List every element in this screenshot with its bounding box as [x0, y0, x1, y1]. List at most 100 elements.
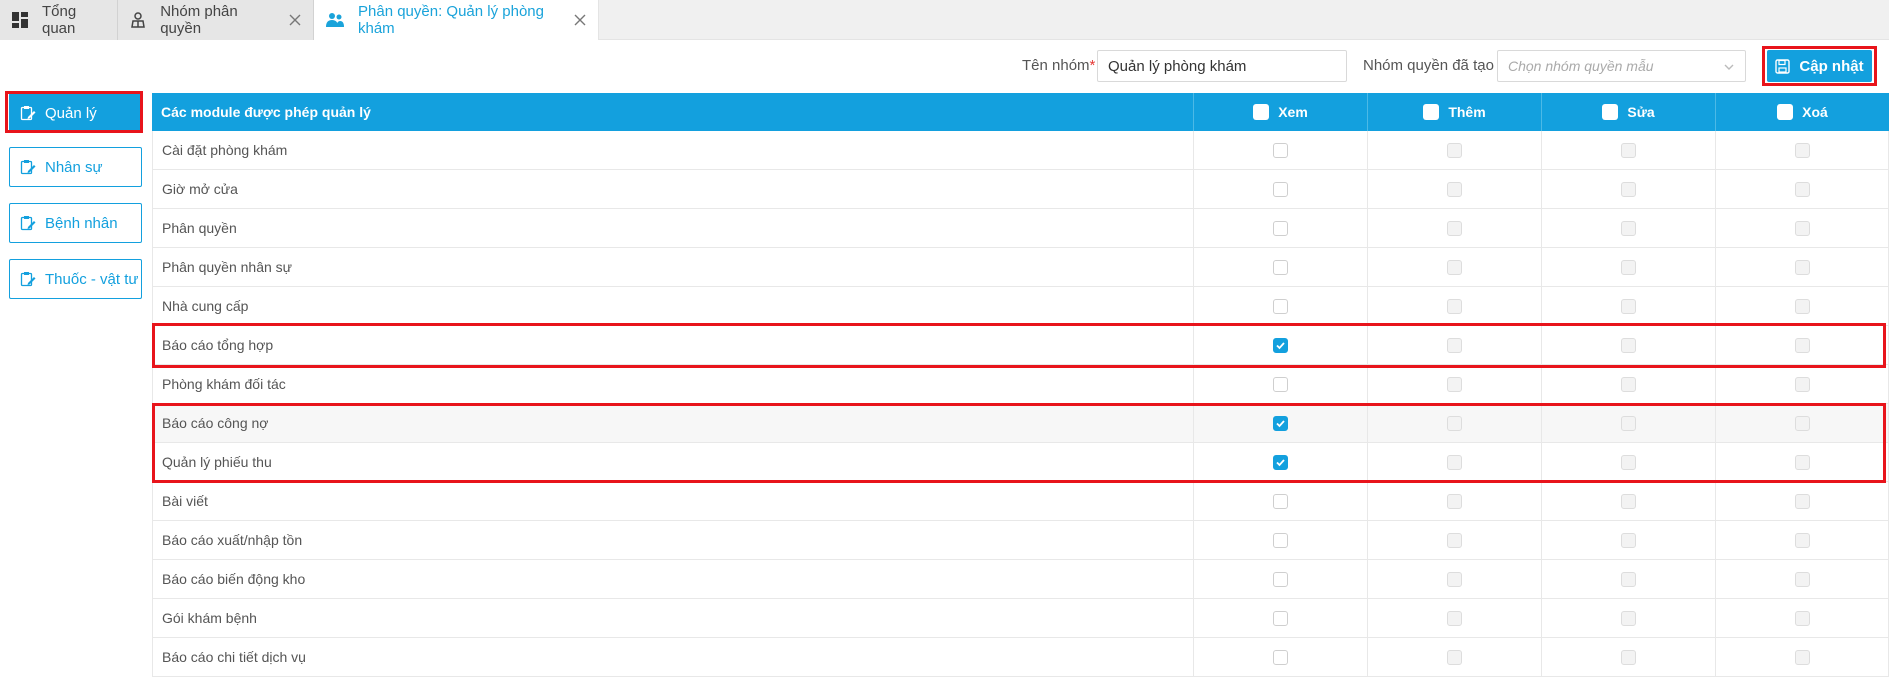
- delete-cell: [1716, 482, 1889, 520]
- edit-cell: [1542, 131, 1716, 169]
- close-icon[interactable]: [288, 13, 301, 27]
- view-cell: [1194, 638, 1368, 676]
- view-checkbox[interactable]: [1273, 376, 1288, 392]
- module-name: Báo cáo công nợ: [152, 404, 1194, 442]
- view-checkbox[interactable]: [1273, 415, 1288, 431]
- sidebar-item-management[interactable]: Quản lý: [9, 93, 142, 133]
- delete-checkbox: [1794, 376, 1810, 392]
- module-name: Báo cáo tổng hợp: [152, 326, 1194, 364]
- delete-checkbox: [1794, 415, 1810, 431]
- sidebar-item-label: Thuốc - vật tư: [45, 270, 139, 288]
- add-checkbox: [1447, 493, 1462, 509]
- delete-checkbox: [1794, 337, 1810, 353]
- view-checkbox[interactable]: [1273, 493, 1288, 509]
- add-checkbox: [1447, 259, 1462, 275]
- edit-checkbox: [1621, 181, 1636, 197]
- view-cell: [1194, 131, 1368, 169]
- edit-checkbox: [1621, 376, 1636, 392]
- tab-label: Nhóm phân quyền: [160, 3, 238, 37]
- edit-checkbox: [1621, 532, 1636, 548]
- add-cell: [1368, 365, 1542, 403]
- module-name: Báo cáo chi tiết dịch vụ: [152, 638, 1194, 676]
- delete-checkbox: [1794, 181, 1810, 197]
- delete-checkbox: [1794, 532, 1810, 548]
- table-row: Gói khám bệnh: [152, 599, 1889, 638]
- user-group-icon: [130, 11, 146, 29]
- users-icon: [326, 11, 344, 29]
- add-checkbox: [1447, 142, 1462, 158]
- delete-checkbox: [1794, 610, 1810, 626]
- edit-checkbox: [1621, 610, 1636, 626]
- view-checkbox[interactable]: [1273, 649, 1288, 665]
- delete-header-label: Xoá: [1802, 104, 1828, 120]
- module-name: Giờ mở cửa: [152, 170, 1194, 208]
- sidebar-item-label: Bệnh nhân: [45, 214, 118, 232]
- add-cell: [1368, 599, 1542, 637]
- tab-permission-groups[interactable]: Nhóm phân quyền: [118, 0, 314, 40]
- delete-cell: [1716, 521, 1889, 559]
- edit-cell: [1542, 170, 1716, 208]
- select-all-view-checkbox[interactable]: [1253, 104, 1270, 120]
- clipboard-edit-icon: [20, 105, 36, 121]
- module-name: Bài viết: [152, 482, 1194, 520]
- tab-overview[interactable]: Tổng quan: [0, 0, 118, 40]
- add-cell: [1368, 248, 1542, 286]
- tab-permission-clinic-manager[interactable]: Phân quyền: Quản lý phòng khám: [314, 0, 599, 40]
- view-cell: [1194, 599, 1368, 637]
- group-name-input[interactable]: Quản lý phòng khám: [1097, 50, 1347, 82]
- delete-cell: [1716, 638, 1889, 676]
- sidebar-item-medicine-supplies[interactable]: Thuốc - vật tư: [9, 259, 142, 299]
- view-checkbox[interactable]: [1273, 532, 1288, 548]
- select-all-add-checkbox[interactable]: [1423, 104, 1440, 120]
- view-cell: [1194, 248, 1368, 286]
- select-all-edit-checkbox[interactable]: [1602, 104, 1619, 120]
- add-cell: [1368, 443, 1542, 481]
- select-all-delete-checkbox[interactable]: [1777, 104, 1794, 120]
- delete-checkbox: [1794, 259, 1810, 275]
- group-name-label: Tên nhóm*: [1022, 57, 1096, 74]
- edit-header-label: Sửa: [1627, 104, 1655, 120]
- edit-checkbox: [1621, 571, 1636, 587]
- view-checkbox[interactable]: [1273, 181, 1288, 197]
- view-cell: [1194, 287, 1368, 325]
- sidebar-item-staff[interactable]: Nhân sự: [9, 147, 142, 187]
- edit-checkbox: [1621, 415, 1636, 431]
- template-label: Nhóm quyền đã tạo :: [1363, 57, 1503, 74]
- view-checkbox[interactable]: [1273, 454, 1288, 470]
- module-name: Quản lý phiếu thu: [152, 443, 1194, 481]
- add-checkbox: [1447, 220, 1462, 236]
- view-checkbox[interactable]: [1273, 220, 1288, 236]
- module-name: Gói khám bệnh: [152, 599, 1194, 637]
- view-checkbox[interactable]: [1273, 337, 1288, 353]
- edit-cell: [1542, 560, 1716, 598]
- view-cell: [1194, 521, 1368, 559]
- delete-cell: [1716, 209, 1889, 247]
- add-cell: [1368, 131, 1542, 169]
- edit-cell: [1542, 443, 1716, 481]
- update-button[interactable]: Cập nhật: [1767, 50, 1872, 82]
- view-checkbox[interactable]: [1273, 610, 1288, 626]
- add-checkbox: [1447, 376, 1462, 392]
- delete-checkbox: [1794, 220, 1810, 236]
- edit-column-header: Sửa: [1542, 93, 1716, 131]
- add-checkbox: [1447, 337, 1462, 353]
- delete-cell: [1716, 170, 1889, 208]
- sidebar-item-patients[interactable]: Bệnh nhân: [9, 203, 142, 243]
- edit-cell: [1542, 482, 1716, 520]
- delete-cell: [1716, 404, 1889, 442]
- view-checkbox[interactable]: [1273, 298, 1288, 314]
- view-checkbox[interactable]: [1273, 259, 1288, 275]
- view-cell: [1194, 560, 1368, 598]
- module-column-header: Các module được phép quản lý: [152, 93, 1194, 131]
- module-name: Cài đặt phòng khám: [152, 131, 1194, 169]
- template-select[interactable]: Chọn nhóm quyền mẫu: [1497, 50, 1746, 82]
- module-name: Báo cáo biến động kho: [152, 560, 1194, 598]
- add-header-label: Thêm: [1448, 104, 1486, 120]
- view-checkbox[interactable]: [1273, 142, 1288, 158]
- module-name: Báo cáo xuất/nhập tồn: [152, 521, 1194, 559]
- add-column-header: Thêm: [1368, 93, 1542, 131]
- edit-checkbox: [1621, 493, 1636, 509]
- view-checkbox[interactable]: [1273, 571, 1288, 587]
- close-icon[interactable]: [574, 13, 586, 27]
- chevron-down-icon: [1723, 60, 1735, 76]
